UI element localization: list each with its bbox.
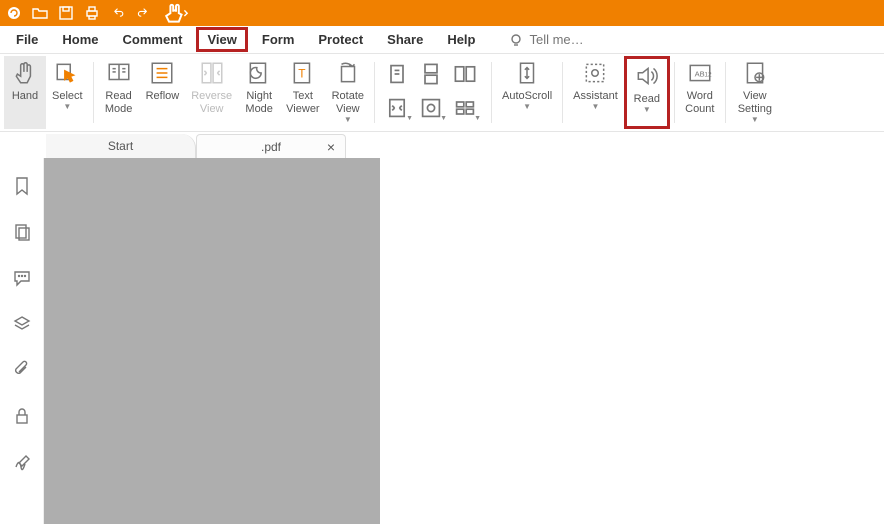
speaker-icon	[634, 63, 660, 89]
select-tool-button[interactable]: Select ▼	[46, 56, 89, 129]
reverse-view-icon	[199, 60, 225, 86]
hand-icon	[12, 60, 38, 86]
pages-icon[interactable]	[12, 222, 32, 242]
night-mode-label: Night Mode	[245, 90, 273, 116]
menu-share[interactable]: Share	[377, 28, 433, 51]
select-cursor-icon	[54, 60, 80, 86]
reflow-button[interactable]: Reflow	[140, 56, 186, 129]
moon-icon	[246, 60, 272, 86]
word-count-label: Word Count	[685, 90, 714, 116]
lightbulb-icon	[509, 33, 523, 47]
redo-icon[interactable]	[136, 5, 152, 21]
navigation-sidepanel	[0, 158, 44, 524]
text-viewer-label: Text Viewer	[286, 90, 319, 116]
assistant-icon	[582, 60, 608, 86]
menu-protect[interactable]: Protect	[308, 28, 373, 51]
print-icon[interactable]	[84, 5, 100, 21]
fit-width-icon[interactable]: ▼	[419, 96, 443, 120]
book-icon	[106, 60, 132, 86]
svg-text:AB: AB	[694, 69, 704, 78]
close-icon[interactable]: ×	[327, 139, 335, 155]
chevron-down-icon: ▼	[643, 107, 651, 113]
reverse-view-button: Reverse View	[185, 56, 238, 129]
chevron-down-icon: ▼	[523, 104, 531, 110]
document-tabstrip: Start .pdf ×	[0, 132, 884, 158]
rotate-icon	[335, 60, 361, 86]
word-count-icon: AB12	[687, 60, 713, 86]
tab-label: .pdf	[261, 140, 281, 154]
layout-single-icon[interactable]	[385, 62, 409, 86]
touch-hand-icon[interactable]	[162, 5, 190, 21]
text-viewer-icon: T	[290, 60, 316, 86]
night-mode-button[interactable]: Night Mode	[238, 56, 280, 129]
tell-me-search[interactable]	[509, 32, 619, 47]
read-aloud-button[interactable]: Read ▼	[624, 56, 670, 129]
autoscroll-icon	[514, 60, 540, 86]
comments-icon[interactable]	[12, 268, 32, 288]
empty-area	[380, 158, 884, 524]
view-setting-label: View Setting	[738, 90, 772, 116]
chevron-down-icon: ▼	[592, 104, 600, 110]
signature-icon[interactable]	[12, 452, 32, 472]
view-setting-icon	[742, 60, 768, 86]
bookmark-icon[interactable]	[12, 176, 32, 196]
hand-label: Hand	[12, 90, 38, 103]
rotate-view-label: Rotate View	[332, 90, 364, 116]
document-viewport[interactable]	[44, 158, 380, 524]
chevron-down-icon: ▼	[344, 117, 352, 123]
menu-help[interactable]: Help	[437, 28, 485, 51]
tab-pdf-document[interactable]: .pdf ×	[196, 134, 346, 158]
reverse-view-label: Reverse View	[191, 90, 232, 116]
undo-icon[interactable]	[110, 5, 126, 21]
tab-start[interactable]: Start	[46, 134, 196, 158]
page-layout-grid: ▼ ▼ ▼	[379, 56, 487, 129]
assistant-button[interactable]: Assistant ▼	[567, 56, 624, 129]
svg-text:T: T	[298, 66, 305, 80]
attachment-icon[interactable]	[12, 360, 32, 380]
chevron-down-icon: ▼	[63, 104, 71, 110]
rotate-view-button[interactable]: Rotate View ▼	[326, 56, 370, 129]
reflow-label: Reflow	[146, 90, 180, 103]
autoscroll-button[interactable]: AutoScroll ▼	[496, 56, 558, 129]
layout-facing-icon[interactable]	[453, 62, 477, 86]
open-folder-icon[interactable]	[32, 5, 48, 21]
content-area	[0, 158, 884, 524]
title-bar	[0, 0, 884, 26]
tell-me-input[interactable]	[529, 32, 619, 47]
svg-text:12: 12	[704, 71, 712, 78]
view-setting-button[interactable]: View Setting ▼	[730, 56, 780, 129]
read-mode-button[interactable]: Read Mode	[98, 56, 140, 129]
text-viewer-button[interactable]: T Text Viewer	[280, 56, 325, 129]
layout-continuous-icon[interactable]	[419, 62, 443, 86]
menu-file[interactable]: File	[6, 28, 48, 51]
menu-home[interactable]: Home	[52, 28, 108, 51]
menu-form[interactable]: Form	[252, 28, 305, 51]
layers-icon[interactable]	[12, 314, 32, 334]
save-icon[interactable]	[58, 5, 74, 21]
menu-view[interactable]: View	[196, 27, 247, 52]
menu-comment[interactable]: Comment	[113, 28, 193, 51]
fit-page-icon[interactable]: ▼	[385, 96, 409, 120]
read-mode-label: Read Mode	[105, 90, 133, 116]
menu-bar: File Home Comment View Form Protect Shar…	[0, 26, 884, 54]
chevron-down-icon: ▼	[751, 117, 759, 123]
tab-label: Start	[108, 139, 133, 153]
fit-visible-icon[interactable]: ▼	[453, 96, 477, 120]
security-icon[interactable]	[12, 406, 32, 426]
ribbon-view: Hand Select ▼ Read Mode Reflow Reverse V…	[0, 54, 884, 132]
reflow-icon	[149, 60, 175, 86]
word-count-button[interactable]: AB12 Word Count	[679, 56, 721, 129]
app-logo-icon	[6, 5, 22, 21]
hand-tool-button[interactable]: Hand	[4, 56, 46, 129]
